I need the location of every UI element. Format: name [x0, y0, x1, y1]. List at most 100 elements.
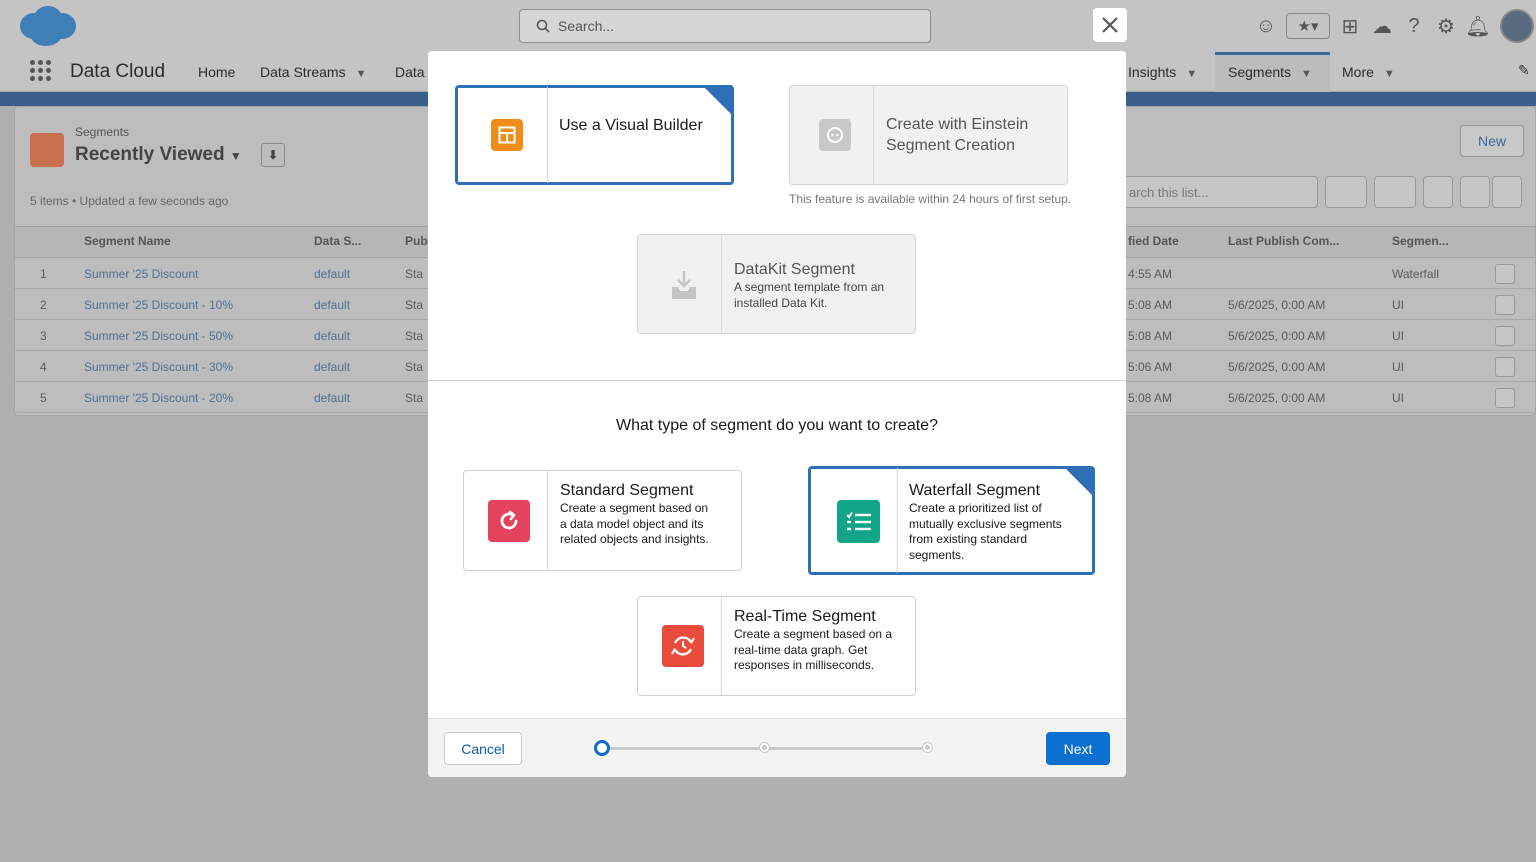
waterfall-segment-option[interactable]: Waterfall Segment Create a prioritized l…	[808, 466, 1095, 575]
table-cell-pub: Sta	[405, 391, 424, 405]
app-launcher-icon[interactable]	[30, 60, 52, 82]
trailhead-icon[interactable]: ☁	[1366, 10, 1398, 42]
progress-step-3[interactable]	[923, 743, 932, 752]
favorites-icon[interactable]: ★▾	[1286, 13, 1330, 39]
table-cell-last: 5/6/2025, 0:00 AM	[1228, 329, 1326, 343]
table-cell-pub: Sta	[405, 267, 424, 281]
table-cell-ds[interactable]: default	[314, 360, 350, 374]
display-as-icon[interactable]	[1374, 176, 1416, 208]
row-actions-button[interactable]	[1495, 295, 1515, 315]
refresh-list-icon[interactable]	[1423, 176, 1453, 208]
column-header[interactable]: Last Publish Com...	[1228, 234, 1339, 248]
waterfall-segment-description: Create a prioritized list of mutually ex…	[909, 501, 1062, 562]
column-header[interactable]: fied Date	[1128, 234, 1179, 248]
table-cell-name[interactable]: Summer '25 Discount	[84, 267, 198, 281]
segment-type-question: What type of segment do you want to crea…	[616, 417, 938, 434]
close-icon	[1102, 17, 1118, 33]
progress-step-2[interactable]	[760, 743, 769, 752]
table-cell-last: 5/6/2025, 0:00 AM	[1228, 391, 1326, 405]
selected-corner-indicator	[704, 87, 732, 115]
list-search-input[interactable]: arch this list...	[1118, 176, 1318, 208]
chevron-down-icon[interactable]: ▼	[230, 149, 242, 163]
table-cell-date: 4:55 AM	[1128, 267, 1173, 281]
nav-item-segments[interactable]: Segments ▼	[1228, 64, 1312, 80]
bell-icon[interactable]: 🔔︎	[1462, 10, 1494, 42]
column-header[interactable]: Segment Name	[84, 234, 171, 248]
add-icon[interactable]: ⊞	[1334, 10, 1366, 42]
nav-item-data[interactable]: Data	[395, 64, 425, 80]
datakit-title: DataKit Segment	[734, 261, 855, 278]
table-cell-ds[interactable]: default	[314, 329, 350, 343]
table-cell-ds[interactable]: default	[314, 267, 350, 281]
einstein-bot-icon	[819, 119, 851, 151]
table-cell-pub: Sta	[405, 298, 424, 312]
row-actions-button[interactable]	[1495, 388, 1515, 408]
table-cell-name[interactable]: Summer '25 Discount - 20%	[84, 391, 233, 405]
global-search-input[interactable]: Search...	[519, 9, 931, 43]
close-modal-button[interactable]	[1093, 8, 1127, 42]
einstein-title: Create with Einstein Segment Creation	[886, 116, 1029, 154]
table-cell-type: UI	[1392, 329, 1404, 343]
table-cell-ds[interactable]: default	[314, 391, 350, 405]
datakit-description: A segment template from an installed Dat…	[734, 280, 885, 310]
standard-segment-title: Standard Segment	[560, 482, 694, 499]
list-meta: 5 items • Updated a few seconds ago	[30, 194, 229, 208]
table-cell-ds[interactable]: default	[314, 298, 350, 312]
nav-item-insights[interactable]: Insights ▼	[1128, 64, 1197, 80]
table-cell-num: 3	[40, 329, 47, 343]
table-cell-name[interactable]: Summer '25 Discount - 10%	[84, 298, 233, 312]
selected-corner-indicator	[1065, 468, 1093, 496]
column-header[interactable]: Pub	[405, 234, 428, 248]
chevron-down-icon[interactable]: ▼	[1384, 68, 1395, 80]
table-cell-name[interactable]: Summer '25 Discount - 50%	[84, 329, 233, 343]
chevron-down-icon[interactable]: ▼	[1301, 68, 1312, 80]
visual-builder-option[interactable]: Use a Visual Builder	[455, 85, 734, 185]
list-settings-icon[interactable]	[1325, 176, 1367, 208]
realtime-icon	[662, 625, 704, 667]
chevron-down-icon[interactable]: ▼	[356, 68, 367, 80]
object-label: Segments	[75, 125, 130, 139]
table-cell-last: 5/6/2025, 0:00 AM	[1228, 360, 1326, 374]
search-icon	[536, 19, 550, 33]
table-cell-date: 5:08 AM	[1128, 391, 1173, 405]
table-cell-type: UI	[1392, 391, 1404, 405]
salesforce-logo[interactable]	[16, 4, 78, 48]
download-tray-icon	[666, 267, 702, 303]
table-cell-pub: Sta	[405, 360, 424, 374]
chevron-down-icon[interactable]: ▼	[1186, 68, 1197, 80]
gear-icon[interactable]: ⚙	[1430, 10, 1462, 42]
edit-list-icon[interactable]	[1460, 176, 1490, 208]
refresh-icon	[488, 500, 530, 542]
list-view-title[interactable]: Recently Viewed ▼ ⬇	[75, 143, 286, 167]
column-header[interactable]: Data S...	[314, 234, 361, 248]
row-actions-button[interactable]	[1495, 357, 1515, 377]
column-header[interactable]: Segmen...	[1392, 234, 1449, 248]
avatar[interactable]	[1500, 9, 1534, 43]
nav-item-data-streams[interactable]: Data Streams ▼	[260, 64, 366, 80]
nav-item-more[interactable]: More ▼	[1342, 64, 1395, 80]
next-button[interactable]: Next	[1046, 732, 1110, 765]
row-actions-button[interactable]	[1495, 326, 1515, 346]
agent-icon[interactable]: ☺	[1250, 10, 1282, 42]
cancel-button[interactable]: Cancel	[444, 732, 522, 765]
table-cell-name[interactable]: Summer '25 Discount - 30%	[84, 360, 233, 374]
nav-item-home[interactable]: Home	[198, 64, 235, 80]
edit-nav-icon[interactable]: ✎	[1518, 62, 1530, 79]
waterfall-segment-title: Waterfall Segment	[909, 482, 1041, 499]
visual-builder-title: Use a Visual Builder	[559, 117, 703, 134]
app-name: Data Cloud	[70, 61, 166, 82]
help-icon[interactable]: ?	[1398, 10, 1430, 42]
realtime-segment-option[interactable]: Real-Time Segment Create a segment based…	[637, 596, 916, 696]
table-cell-type: UI	[1392, 298, 1404, 312]
table-cell-pub: Sta	[405, 329, 424, 343]
standard-segment-option[interactable]: Standard Segment Create a segment based …	[463, 470, 742, 571]
table-cell-num: 1	[40, 267, 47, 281]
progress-step-1[interactable]	[594, 740, 610, 756]
segments-object-icon	[30, 133, 64, 167]
row-actions-button[interactable]	[1495, 264, 1515, 284]
new-button[interactable]: New	[1460, 125, 1524, 157]
search-placeholder: Search...	[558, 18, 615, 34]
list-icon	[837, 500, 880, 543]
filter-icon[interactable]	[1492, 176, 1522, 208]
pin-icon[interactable]: ⬇	[261, 143, 286, 167]
